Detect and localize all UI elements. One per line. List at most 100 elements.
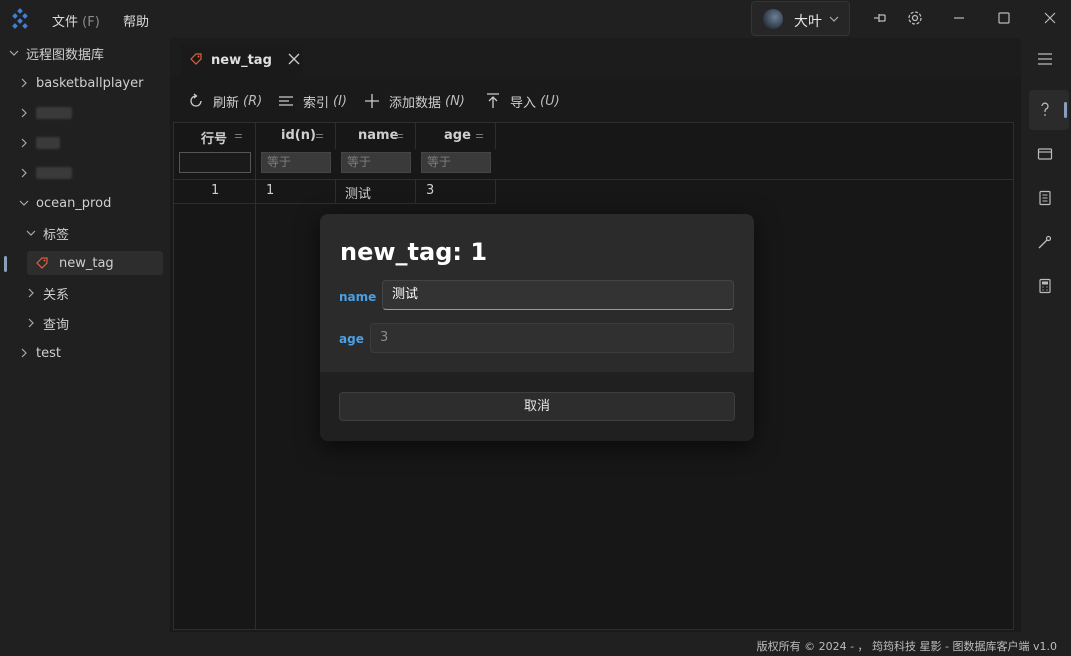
chevron-right-icon <box>21 108 27 118</box>
chevron-down-icon <box>26 230 36 236</box>
tree-item-label: ocean_prod <box>36 195 112 211</box>
tree-item-tags[interactable]: 标签 <box>25 221 69 245</box>
tree-item-label: 关系 <box>43 287 70 303</box>
tab-label: new_tag <box>211 53 272 68</box>
document-icon[interactable] <box>1037 190 1053 206</box>
close-icon[interactable] <box>1041 9 1059 27</box>
close-icon[interactable] <box>287 52 301 66</box>
import-label: 导入 <box>510 95 537 111</box>
index-label: 索引 <box>303 95 330 111</box>
age-field[interactable]: 3 <box>370 323 734 353</box>
app-logo-icon <box>12 8 28 29</box>
pin-icon[interactable] <box>871 9 889 27</box>
tree-item-new-tag[interactable]: new_tag <box>27 251 163 275</box>
tree-item-basketballplayer[interactable]: basketballplayer <box>18 71 143 95</box>
name-field-label: name <box>339 290 377 304</box>
column-divider <box>415 179 416 204</box>
filter-input-age[interactable]: 等于 <box>421 152 491 173</box>
filter-input-id[interactable]: 等于 <box>261 152 331 173</box>
tree-item-label: 标签 <box>43 227 70 243</box>
menu-file[interactable]: 文件 (F) <box>52 11 100 30</box>
column-menu-icon[interactable] <box>396 134 403 138</box>
filter-input-row-number[interactable] <box>179 152 251 173</box>
chevron-down-icon <box>9 50 19 56</box>
tree-item-label: test <box>36 345 61 361</box>
gear-icon[interactable] <box>906 9 924 27</box>
row-divider <box>174 203 496 204</box>
menu-help[interactable]: 帮助 <box>123 11 149 30</box>
sidebar-tree: 远程图数据库 basketballplayer ocean_prod 标签 ne… <box>0 38 170 632</box>
maximize-icon[interactable] <box>995 9 1013 27</box>
age-field-label: age <box>339 332 364 346</box>
column-header-label: age <box>444 128 471 143</box>
column-header-row-number[interactable]: 行号 <box>174 123 256 149</box>
add-data-label: 添加数据 <box>389 95 442 111</box>
redacted-label <box>36 137 60 149</box>
list-icon <box>279 96 293 106</box>
wand-icon[interactable] <box>1037 234 1053 250</box>
cell-id: 1 <box>266 183 275 198</box>
column-header-label: name <box>358 128 399 143</box>
column-divider <box>255 123 256 629</box>
import-hotkey: (U) <box>540 93 560 109</box>
refresh-label: 刷新 <box>213 95 240 111</box>
import-button[interactable]: 导入 (U) <box>484 90 560 112</box>
status-bar: 版权所有 © 2024 - ， 筠筠科技 星影 - 图数据库客户端 v1.0 <box>0 632 1071 656</box>
tree-root-label: 远程图数据库 <box>26 47 105 63</box>
name-field[interactable]: 测试 <box>382 280 734 310</box>
column-menu-icon[interactable] <box>316 134 323 138</box>
dialog-footer: 取消 <box>320 372 754 441</box>
calculator-icon[interactable] <box>1037 278 1053 294</box>
index-button[interactable]: 索引 (I) <box>277 90 347 112</box>
tab-new-tag[interactable]: new_tag <box>181 44 303 76</box>
copyright-text: 版权所有 © 2024 - ， 筠筠科技 星影 - 图数据库客户端 v1.0 <box>756 640 1057 653</box>
column-header-age[interactable]: age <box>416 123 496 149</box>
edit-record-dialog: new_tag: 1 name 测试 age 3 取消 <box>320 214 754 441</box>
dialog-title: new_tag: 1 <box>340 238 488 266</box>
active-indicator <box>1064 102 1067 118</box>
tree-item-test[interactable]: test <box>18 341 61 365</box>
avatar <box>763 9 783 29</box>
tree-item-queries[interactable]: 查询 <box>25 311 69 335</box>
refresh-button[interactable]: 刷新 (R) <box>187 90 262 112</box>
hamburger-menu-icon[interactable] <box>1037 51 1053 67</box>
add-data-button[interactable]: 添加数据 (N) <box>363 90 465 112</box>
chevron-right-icon <box>21 348 27 358</box>
cell-age: 3 <box>426 183 435 198</box>
column-header-label: 行号 <box>201 132 228 147</box>
tree-item-redacted-2[interactable] <box>18 131 60 155</box>
cancel-button[interactable]: 取消 <box>339 392 735 421</box>
chevron-right-icon <box>21 168 27 178</box>
chevron-right-icon <box>28 288 34 298</box>
column-header-name[interactable]: name <box>336 123 416 149</box>
user-menu-button[interactable]: 大叶 <box>751 1 850 36</box>
tree-item-redacted-1[interactable] <box>18 101 72 125</box>
refresh-icon <box>190 93 202 107</box>
column-divider <box>335 179 336 204</box>
card-icon[interactable] <box>1037 146 1053 162</box>
title-bar: 文件 (F) 帮助 大叶 <box>0 0 1071 38</box>
column-divider <box>495 179 496 204</box>
tree-item-redacted-3[interactable] <box>18 161 72 185</box>
tree-item-relations[interactable]: 关系 <box>25 281 69 305</box>
refresh-hotkey: (R) <box>243 93 263 109</box>
tree-item-ocean-prod[interactable]: ocean_prod <box>18 191 111 215</box>
chevron-right-icon <box>28 318 34 328</box>
plus-icon <box>365 94 379 108</box>
menu-file-label: 文件 <box>52 15 79 30</box>
filter-input-name[interactable]: 等于 <box>341 152 411 173</box>
column-header-id[interactable]: id(n) <box>256 123 336 149</box>
tag-icon <box>190 53 202 65</box>
right-toolbar <box>1021 38 1071 632</box>
redacted-label <box>36 167 72 179</box>
tree-root[interactable]: 远程图数据库 <box>8 41 104 65</box>
add-data-hotkey: (N) <box>445 93 465 109</box>
chevron-right-icon <box>21 78 27 88</box>
chevron-right-icon <box>21 138 27 148</box>
tree-item-label: new_tag <box>59 255 114 271</box>
help-icon[interactable] <box>1037 101 1053 117</box>
column-menu-icon[interactable] <box>476 134 483 138</box>
minimize-icon[interactable] <box>950 9 968 27</box>
chevron-down-icon <box>19 200 29 206</box>
column-menu-icon[interactable] <box>235 134 242 138</box>
